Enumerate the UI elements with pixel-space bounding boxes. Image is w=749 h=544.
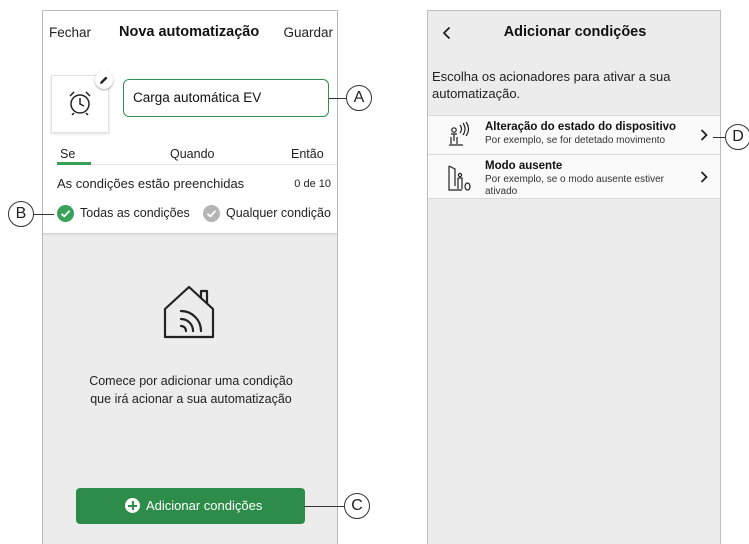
active-tab-indicator	[57, 162, 91, 165]
empty-state-line-2: que irá acionar a sua automatização	[90, 392, 292, 406]
option-subtitle: Por exemplo, se o modo ausente estiver a…	[485, 174, 664, 197]
option-title: Alteração do estado do dispositivo	[485, 121, 677, 133]
callout-a-leader	[329, 98, 346, 99]
radio-any-label: Qualquer condição	[226, 206, 331, 220]
empty-state-text: Comece por adicionar uma condição que ir…	[53, 372, 329, 408]
tab-entao[interactable]: Então	[291, 147, 324, 161]
smart-home-icon	[163, 285, 215, 339]
automation-name-input[interactable]: Carga automática EV	[123, 79, 329, 117]
page-title: Adicionar condições	[503, 24, 647, 40]
add-conditions-screen: Adicionar condições Escolha os acionador…	[427, 10, 721, 544]
radio-all-label: Todas as condições	[80, 206, 190, 220]
close-button[interactable]: Fechar	[49, 25, 91, 40]
away-mode-icon	[448, 165, 471, 191]
callout-c: C	[344, 493, 370, 519]
motion-sensor-icon	[449, 122, 470, 146]
callout-b-leader	[34, 214, 54, 215]
tab-divider	[57, 164, 337, 165]
check-icon	[57, 205, 74, 222]
chevron-right-icon	[700, 171, 708, 183]
automation-header-card: Fechar Nova automatização Guardar Carga …	[43, 11, 337, 234]
option-subtitle: Por exemplo, se for detetado movimento	[485, 135, 666, 146]
alarm-clock-icon	[69, 91, 91, 116]
edit-icon-button[interactable]	[95, 71, 113, 89]
radio-any-condition[interactable]: Qualquer condição	[203, 205, 337, 223]
plus-icon	[125, 498, 140, 513]
option-title: Modo ausente	[485, 160, 563, 172]
callout-a: A	[346, 85, 372, 111]
empty-state-line-1: Comece por adicionar uma condição	[89, 374, 293, 388]
tab-se[interactable]: Se	[60, 147, 75, 161]
callout-d: D	[725, 124, 749, 150]
radio-all-conditions[interactable]: Todas as condições	[57, 205, 197, 223]
option-away-mode[interactable]: Modo ausente Por exemplo, se o modo ause…	[428, 154, 720, 199]
option-device-state-change[interactable]: Alteração do estado do dispositivo Por e…	[428, 115, 720, 155]
page-description: Escolha os acionadores para ativar a sua…	[432, 69, 671, 101]
tab-quando[interactable]: Quando	[170, 147, 214, 161]
callout-b: B	[8, 201, 34, 227]
pencil-icon	[100, 76, 108, 84]
add-conditions-button[interactable]: Adicionar condições	[76, 488, 305, 524]
chevron-right-icon	[700, 129, 708, 141]
add-conditions-label: Adicionar condições	[146, 498, 263, 513]
page-title: Nova automatização	[119, 24, 260, 40]
save-button[interactable]: Guardar	[283, 25, 333, 40]
new-automation-screen: Fechar Nova automatização Guardar Carga …	[42, 10, 338, 544]
conditions-count: 0 de 10	[294, 178, 331, 190]
callout-d-leader	[713, 137, 725, 138]
callout-c-leader	[304, 506, 344, 507]
conditions-status-label: As condições estão preenchidas	[57, 176, 245, 191]
check-icon	[203, 205, 220, 222]
